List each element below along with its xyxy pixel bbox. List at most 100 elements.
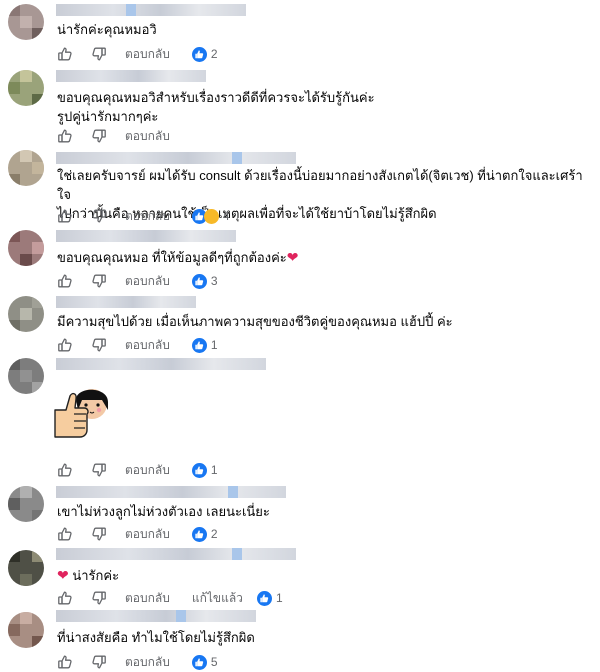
reaction-summary[interactable]: 1 <box>191 337 218 353</box>
reply-button[interactable]: ตอบกลับ <box>125 207 170 226</box>
reply-button[interactable]: ตอบกลับ <box>125 272 170 291</box>
like-reaction-icon <box>191 337 207 353</box>
reply-button[interactable]: ตอบกลับ <box>125 127 170 146</box>
comment-item: ใช่เลยครับจารย์ ผมได้รับ consult ด้วยเรื… <box>0 148 600 226</box>
comment-item: ❤ น่ารักค่ะ ตอบกลับ แก้ไขแล้ว 1 <box>0 544 600 606</box>
reaction-summary[interactable]: 5 <box>191 654 218 670</box>
comment-text: เขาไม่ห่วงลูกไม่ห่วงตัวเอง เลยนะเนี่ยะ <box>57 504 270 519</box>
comment-actions: ตอบกลับ แก้ไขแล้ว 1 <box>57 589 283 607</box>
comment-text: ที่น่าสงสัยคือ ทำไมใช้โดยไม่รู้สึกผิด <box>57 630 255 645</box>
comment-actions: ตอบกลับ 1 <box>57 461 218 479</box>
comment-text: ❤ น่ารักค่ะ <box>57 566 119 585</box>
comment-item: มีความสุขไปด้วย เมื่อเห็นภาพความสุขของชี… <box>0 292 600 354</box>
like-icon[interactable] <box>57 590 73 606</box>
avatar[interactable] <box>8 486 44 522</box>
heart-emoji: ❤ <box>57 567 69 583</box>
avatar[interactable] <box>8 612 44 648</box>
comment-actions: ตอบกลับ 5 <box>57 653 218 671</box>
dislike-icon[interactable] <box>91 273 107 289</box>
like-reaction-icon <box>191 273 207 289</box>
reaction-summary[interactable]: 3 <box>191 273 218 289</box>
care-reaction-icon <box>203 208 219 224</box>
reaction-count: 1 <box>210 338 218 352</box>
comment-text: น่ารักค่ะคุณหมอวิ <box>57 22 157 37</box>
commenter-name-blurred[interactable] <box>56 358 266 370</box>
comment-actions: ตอบกลับ 3 <box>57 272 218 290</box>
commenter-name-blurred[interactable] <box>56 152 296 164</box>
comment-text: มีความสุขไปด้วย เมื่อเห็นภาพความสุขของชี… <box>57 314 453 329</box>
dislike-icon[interactable] <box>91 208 107 224</box>
reaction-count: 1 <box>275 591 283 605</box>
reaction-summary[interactable]: 2 <box>191 526 218 542</box>
like-reaction-icon <box>256 590 272 606</box>
edited-label: แก้ไขแล้ว <box>191 590 243 605</box>
comment-item: ขอบคุณคุณหมอ ที่ให้ข้อมูลดีๆที่ถูกต้องค่… <box>0 226 600 292</box>
dislike-icon[interactable] <box>91 128 107 144</box>
comment-item: ขอบคุณคุณหมอวิสำหรับเรื่องราวดีดีที่ควรจ… <box>0 66 600 148</box>
heart-emoji: ❤ <box>286 249 299 265</box>
avatar[interactable] <box>8 358 44 394</box>
avatar[interactable] <box>8 296 44 332</box>
commenter-name-blurred[interactable] <box>56 230 236 242</box>
dislike-icon[interactable] <box>91 337 107 353</box>
dislike-icon[interactable] <box>91 654 107 670</box>
comment-item: เขาไม่ห่วงลูกไม่ห่วงตัวเอง เลยนะเนี่ยะ ต… <box>0 482 600 544</box>
reply-button[interactable]: ตอบกลับ <box>125 336 170 355</box>
comment-actions: ตอบกลับ <box>57 127 192 145</box>
like-reaction-icon <box>191 654 207 670</box>
like-reaction-icon <box>191 526 207 542</box>
reaction-count: 2 <box>210 47 218 61</box>
comment-actions: ตอบกลับ 2 <box>57 525 218 543</box>
reaction-count: 2 <box>210 527 218 541</box>
like-icon[interactable] <box>57 46 73 62</box>
reaction-summary[interactable]: 4 <box>191 208 230 224</box>
dislike-icon[interactable] <box>91 526 107 542</box>
commenter-name-blurred[interactable] <box>56 486 286 498</box>
reaction-count: 3 <box>210 274 218 288</box>
reaction-summary[interactable]: 1 <box>256 590 283 606</box>
avatar[interactable] <box>8 150 44 186</box>
like-icon[interactable] <box>57 208 73 224</box>
avatar[interactable] <box>8 4 44 40</box>
comment-text-content: น่ารักค่ะ <box>72 568 120 583</box>
commenter-name-blurred[interactable] <box>56 296 196 308</box>
like-icon[interactable] <box>57 462 73 478</box>
like-reaction-icon <box>191 462 207 478</box>
reaction-count: 4 <box>222 209 230 223</box>
reaction-count: 1 <box>210 463 218 477</box>
avatar[interactable] <box>8 230 44 266</box>
reaction-summary[interactable]: 1 <box>191 462 218 478</box>
reply-button[interactable]: ตอบกลับ <box>125 653 170 672</box>
comment-actions: ตอบกลับ 1 <box>57 336 218 354</box>
dislike-icon[interactable] <box>91 46 107 62</box>
reaction-summary[interactable]: 2 <box>191 46 218 62</box>
like-icon[interactable] <box>57 337 73 353</box>
comment-item: ตอบกลับ 1 <box>0 354 600 482</box>
comment-text: ขอบคุณคุณหมอวิสำหรับเรื่องราวดีดีที่ควรจ… <box>57 90 375 124</box>
comment-text: ขอบคุณคุณหมอ ที่ให้ข้อมูลดีๆที่ถูกต้องค่… <box>57 248 298 267</box>
commenter-name-blurred[interactable] <box>56 70 206 82</box>
like-reaction-icon <box>191 46 207 62</box>
reply-button[interactable]: ตอบกลับ <box>125 45 170 64</box>
comment-actions: ตอบกลับ 4 <box>57 207 230 225</box>
avatar[interactable] <box>8 70 44 106</box>
like-icon[interactable] <box>57 526 73 542</box>
comment-item: น่ารักค่ะคุณหมอวิ ตอบกลับ 2 <box>0 0 600 66</box>
reply-button[interactable]: ตอบกลับ <box>125 589 170 608</box>
dislike-icon[interactable] <box>91 462 107 478</box>
commenter-name-blurred[interactable] <box>56 4 246 16</box>
thumbs-up-sticker <box>54 389 108 438</box>
avatar[interactable] <box>8 550 44 586</box>
comment-item: ที่น่าสงสัยคือ ทำไมใช้โดยไม่รู้สึกผิด ตอ… <box>0 606 600 672</box>
like-icon[interactable] <box>57 654 73 670</box>
reaction-count: 5 <box>210 655 218 669</box>
like-icon[interactable] <box>57 273 73 289</box>
reply-button[interactable]: ตอบกลับ <box>125 461 170 480</box>
comment-text-content: ขอบคุณคุณหมอ ที่ให้ข้อมูลดีๆที่ถูกต้องค่… <box>57 250 287 265</box>
commenter-name-blurred[interactable] <box>56 610 256 622</box>
commenter-name-blurred[interactable] <box>56 548 296 560</box>
reply-button[interactable]: ตอบกลับ <box>125 525 170 544</box>
like-icon[interactable] <box>57 128 73 144</box>
comment-actions: ตอบกลับ 2 <box>57 45 218 63</box>
dislike-icon[interactable] <box>91 590 107 606</box>
